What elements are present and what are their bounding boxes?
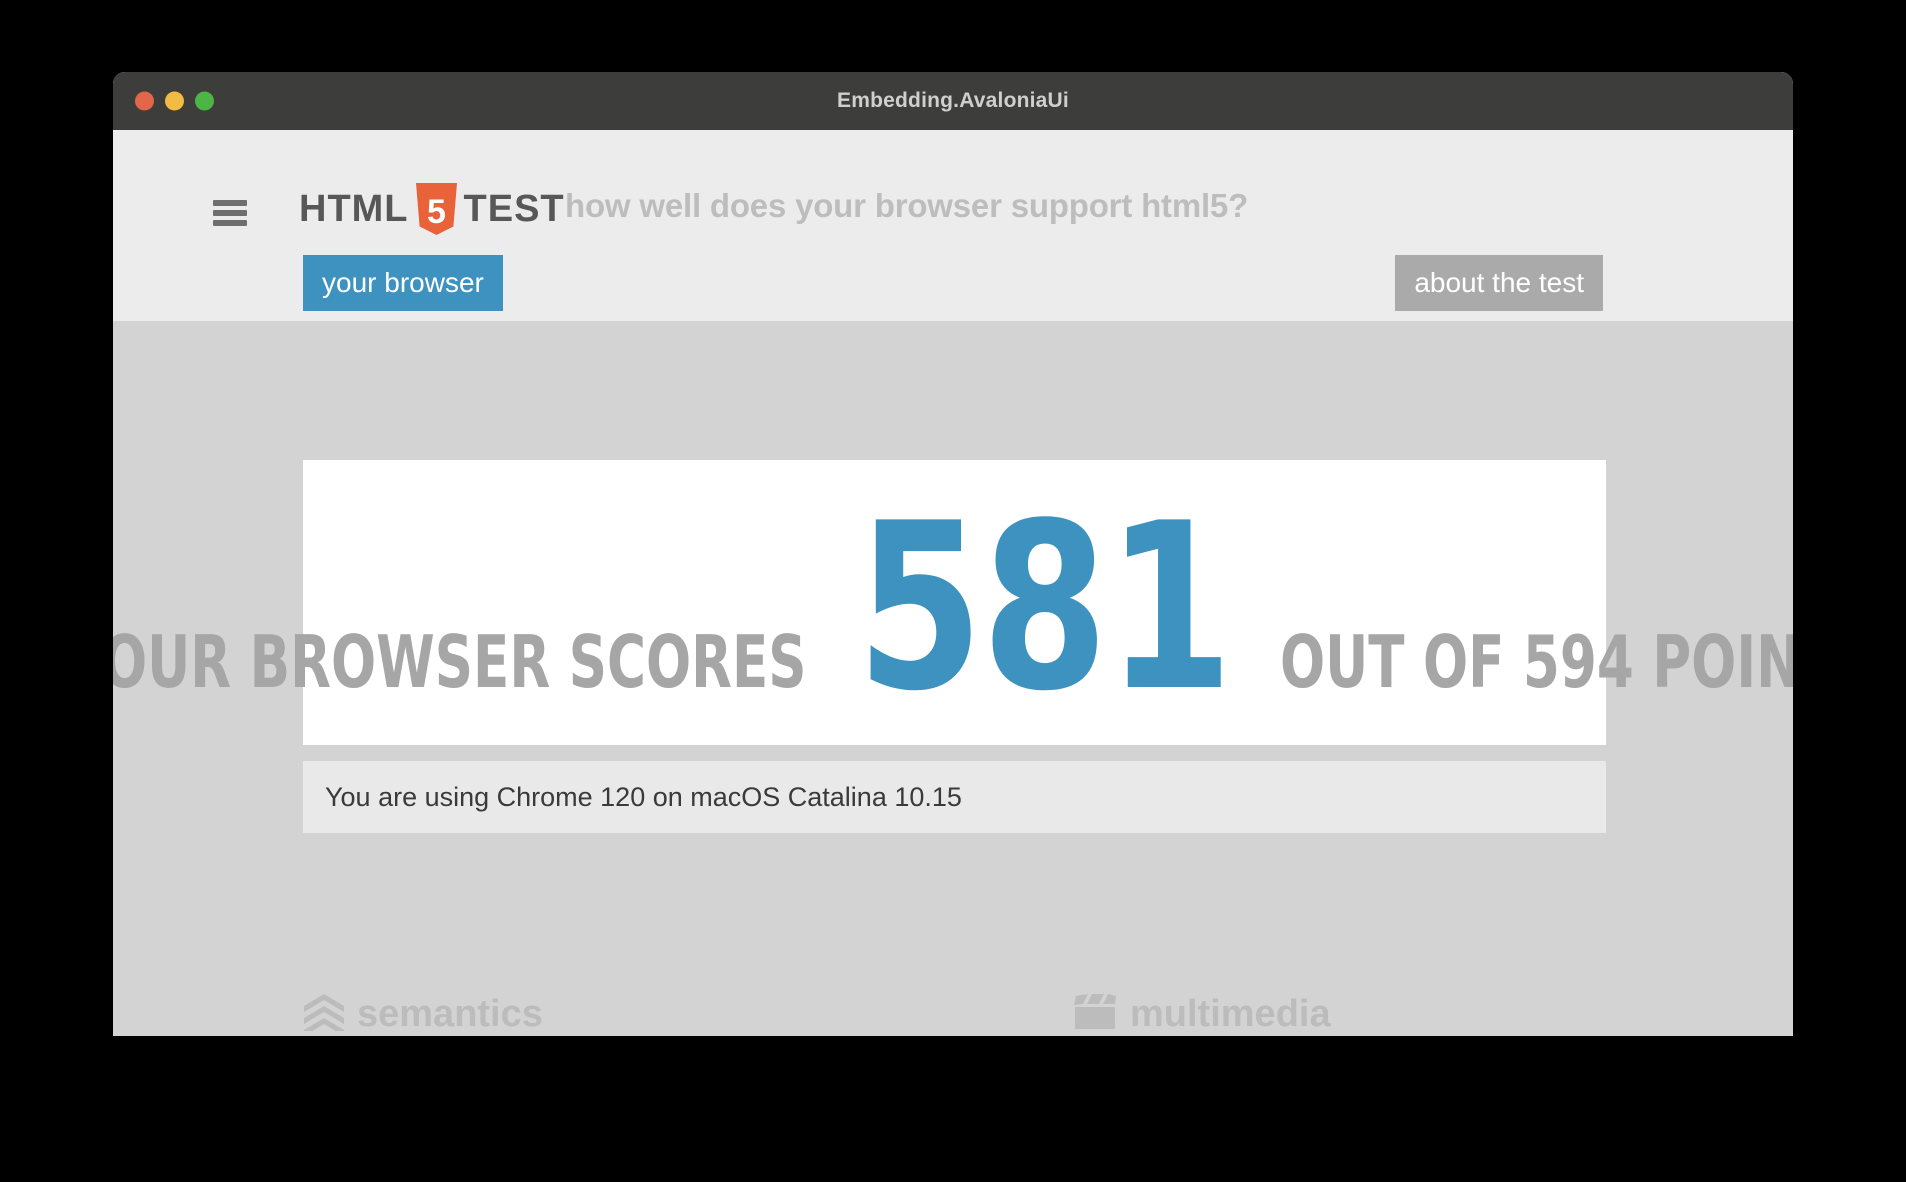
window-titlebar: Embedding.AvaloniaUi [113,72,1793,130]
category-multimedia-title: multimedia [1130,993,1331,1035]
category-semantics-title: semantics [357,993,543,1035]
category-sections: semantics Parsing rules 5 [303,992,1793,1036]
tab-about-the-test-label: about the test [1414,267,1584,298]
hamburger-icon[interactable] [213,200,247,226]
score-line: YOUR BROWSER SCORES 581 OUT OF 594 POINT… [113,474,1793,742]
browser-info-text: You are using Chrome 120 on macOS Catali… [325,781,962,812]
page-content: HTML 5 TEST how well does your browser s… [113,130,1793,1036]
tab-about-the-test[interactable]: about the test [1395,255,1603,311]
window-title: Embedding.AvaloniaUi [837,89,1069,112]
site-tagline: how well does your browser support html5… [565,187,1249,224]
logo-text-html: HTML [299,188,409,230]
screen: Embedding.AvaloniaUi HTML 5 TEST how wel… [0,0,1906,1182]
logo-text-test: TEST [463,188,565,230]
html5-shield-icon: 5 [414,183,459,235]
tab-your-browser-label: your browser [322,267,484,298]
window-controls [135,91,214,111]
score-suffix-label: OUT OF 594 POINTS [1280,619,1793,704]
category-multimedia: multimedia Video 29/33 [1072,992,1793,1036]
score-banner: YOUR BROWSER SCORES 581 OUT OF 594 POINT… [113,460,1793,745]
minimize-button[interactable] [165,91,184,111]
clapperboard-icon [1072,993,1118,1036]
category-multimedia-header: multimedia [1072,992,1793,1036]
browser-info-bar: You are using Chrome 120 on macOS Catali… [303,761,1606,833]
category-semantics: semantics Parsing rules 5 [303,992,1034,1036]
site-header: HTML 5 TEST how well does your browser s… [113,130,1793,321]
maximize-button[interactable] [195,91,214,111]
svg-text:5: 5 [427,193,446,231]
application-window: Embedding.AvaloniaUi HTML 5 TEST how wel… [113,72,1793,1036]
category-semantics-header: semantics [303,992,1034,1036]
score-value: 581 [856,474,1233,742]
tab-your-browser[interactable]: your browser [303,255,503,311]
close-button[interactable] [135,91,154,111]
chevrons-up-icon [303,993,345,1036]
score-prefix-label: YOUR BROWSER SCORES [113,619,807,704]
site-logo[interactable]: HTML 5 TEST [299,183,565,235]
